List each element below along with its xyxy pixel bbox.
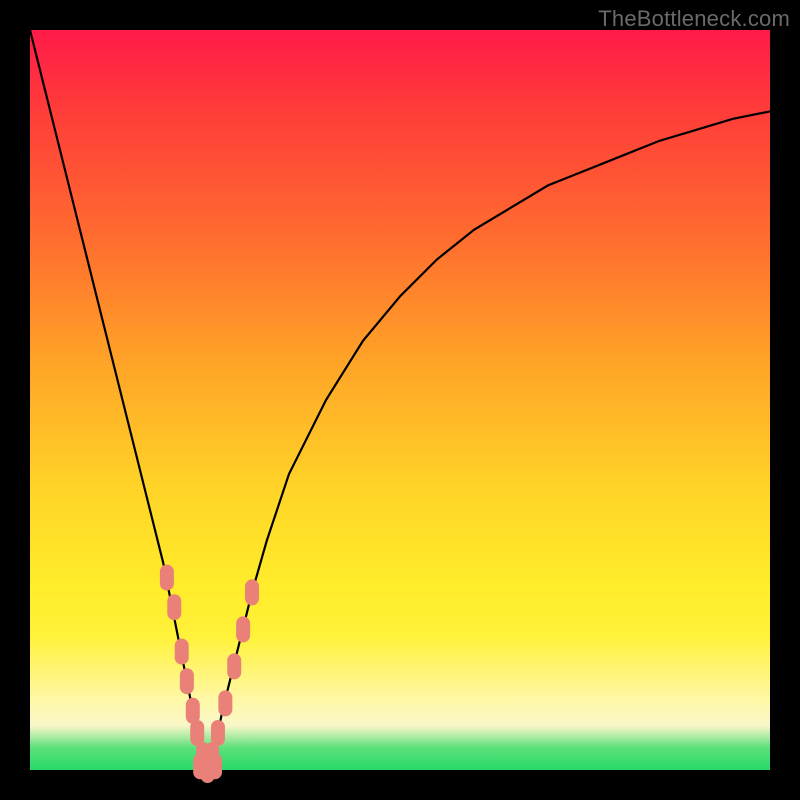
curve-marker [180,668,194,694]
outer-frame: TheBottleneck.com [0,0,800,800]
curve-marker [227,653,241,679]
curve-markers [160,565,259,783]
plot-area [30,30,770,770]
curve-marker [245,579,259,605]
curve-marker [167,594,181,620]
curve-marker [186,698,200,724]
curve-marker [211,720,225,746]
watermark-text: TheBottleneck.com [598,6,790,32]
curve-marker [218,690,232,716]
curve-marker [190,720,204,746]
curve-marker [205,742,219,768]
chart-svg [30,30,770,770]
curve-marker [160,565,174,591]
curve-marker [175,639,189,665]
curve-marker [236,616,250,642]
bottleneck-curve [30,30,770,770]
